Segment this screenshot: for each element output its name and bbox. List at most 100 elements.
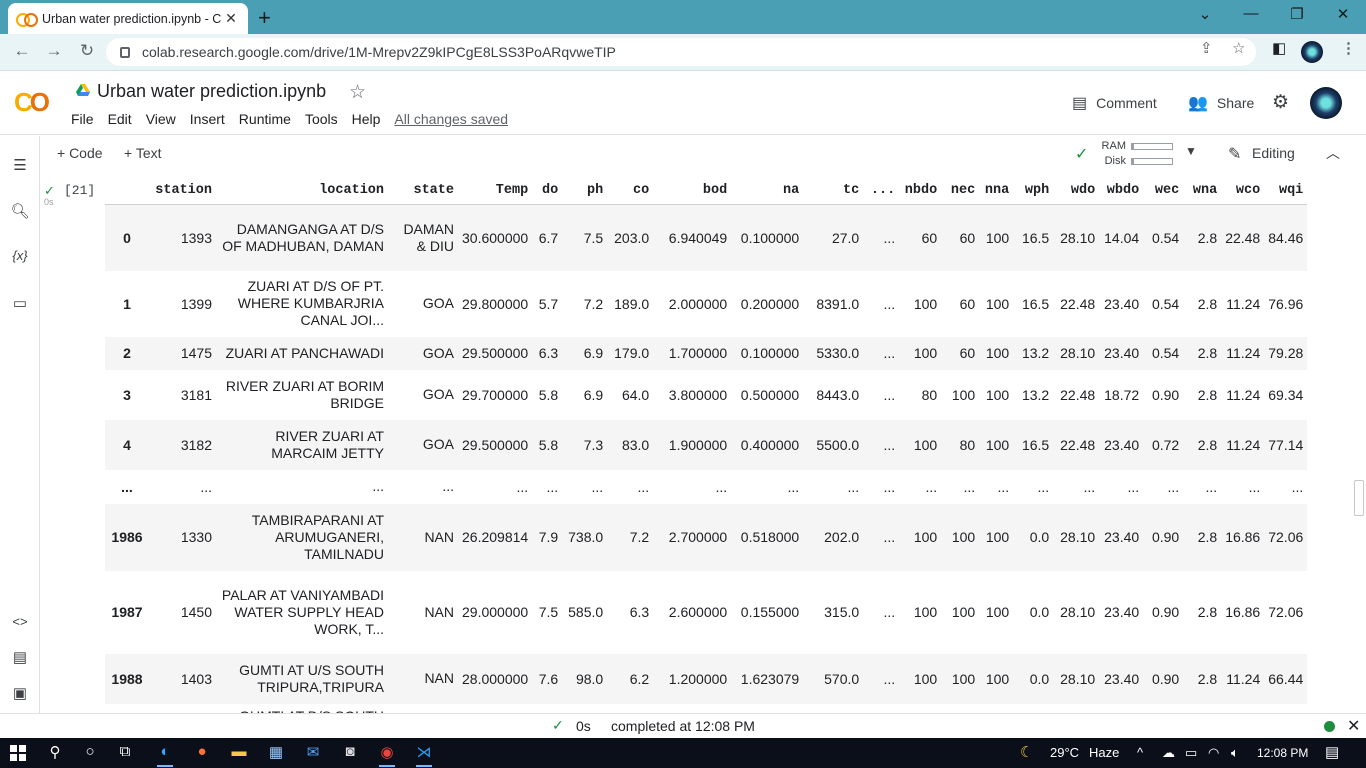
table-cell: 1404: [149, 704, 216, 714]
code-snippets-icon[interactable]: <>: [10, 614, 30, 629]
table-cell: [653, 704, 731, 714]
add-code-button[interactable]: + Code: [57, 145, 103, 161]
table-cell: ...: [1083, 478, 1096, 495]
account-avatar[interactable]: [1310, 87, 1342, 119]
menu-edit[interactable]: Edit: [108, 111, 132, 127]
menu-view[interactable]: View: [146, 111, 176, 127]
collapse-header-chevron-icon[interactable]: ︿: [1326, 143, 1340, 163]
table-cell: 179.0: [607, 336, 654, 370]
table-of-contents-icon[interactable]: ☰: [10, 156, 30, 174]
task-view-icon[interactable]: ⧉: [114, 743, 136, 763]
table-cell: 1.200000: [653, 653, 732, 704]
menu-tools[interactable]: Tools: [305, 111, 338, 127]
table-cell: 23.40: [1104, 295, 1140, 312]
runtime-dropdown-icon[interactable]: ▼: [1185, 144, 1197, 158]
reload-icon[interactable]: ↻: [76, 41, 98, 61]
menu-runtime[interactable]: Runtime: [239, 111, 291, 127]
address-bar[interactable]: colab.research.google.com/drive/1M-Mrepv…: [106, 38, 1256, 66]
table-row: 0 1393 DAMANGANGA AT D/S OF MADHUBAN, DAMA…: [105, 204, 1308, 271]
menu-help[interactable]: Help: [352, 111, 381, 127]
cloud-icon[interactable]: ☁: [1162, 745, 1175, 761]
back-arrow-icon[interactable]: ←: [11, 41, 33, 61]
share-button[interactable]: 👥 Share: [1188, 93, 1254, 113]
volume-icon[interactable]: 🔈︎: [1231, 745, 1239, 761]
table-row: 1987 1450 PALAR AT VANIYAMBADI WATER SUPPL…: [105, 571, 1307, 654]
menu-insert[interactable]: Insert: [190, 111, 225, 127]
new-tab-button[interactable]: +: [258, 5, 271, 31]
taskbar-search-icon[interactable]: ⚲: [44, 743, 66, 763]
store-icon[interactable]: ▦: [265, 743, 287, 763]
files-folder-icon[interactable]: ▭: [10, 294, 30, 312]
column-header: nec: [941, 178, 980, 205]
editing-mode-label[interactable]: Editing: [1252, 145, 1295, 161]
table-cell: [1013, 704, 1053, 714]
side-panel-icon[interactable]: ◧: [1272, 39, 1286, 57]
table-cell: 6.940049: [653, 204, 732, 271]
restore-button[interactable]: ❐: [1287, 5, 1307, 23]
table-cell: 100: [985, 386, 1010, 403]
table-cell: 100: [979, 204, 1014, 271]
table-cell: [1221, 704, 1264, 714]
vscode-icon[interactable]: ⋊: [413, 743, 435, 767]
tab-close-icon[interactable]: ✕: [222, 10, 240, 27]
settings-gear-icon[interactable]: ⚙: [1272, 91, 1289, 114]
browser-menu-icon[interactable]: ⋮: [1341, 39, 1356, 57]
table-cell: ...: [863, 204, 900, 271]
save-status-link[interactable]: All changes saved: [394, 111, 508, 127]
table-cell: 23.40: [1099, 419, 1144, 470]
table-row: 3 3181 RIVER ZUARI AT BORIM BRIDGE GOA 29.70…: [105, 370, 1307, 420]
scrollbar-thumb[interactable]: [1354, 480, 1364, 516]
add-text-button[interactable]: + Text: [124, 145, 162, 161]
forward-arrow-icon[interactable]: →: [43, 41, 65, 61]
table-cell: 66.44: [1264, 653, 1308, 704]
comment-button[interactable]: ▤ Comment: [1072, 93, 1157, 113]
weather-temp[interactable]: 29°C: [1050, 745, 1079, 760]
menu-file[interactable]: File: [71, 111, 94, 127]
notebook-title[interactable]: Urban water prediction.ipynb: [97, 81, 326, 102]
browser-tab[interactable]: Urban water prediction.ipynb - C ✕: [8, 3, 248, 34]
battery-icon[interactable]: ▭: [1185, 745, 1197, 761]
table-cell: 6.9: [562, 336, 608, 370]
colab-logo[interactable]: CO: [14, 87, 50, 118]
row-index: 0: [105, 204, 149, 271]
table-cell: 3.800000: [668, 386, 728, 403]
command-palette-icon[interactable]: ▤: [10, 648, 30, 666]
browser-profile-avatar[interactable]: [1301, 41, 1323, 63]
bookmark-star-icon[interactable]: ☆: [1232, 39, 1245, 57]
table-cell: 22.48: [1060, 386, 1096, 403]
table-cell: 29.700000: [462, 386, 529, 403]
table-cell: 2.8: [1197, 295, 1218, 312]
table-cell: 72.06: [1264, 503, 1308, 571]
close-window-button[interactable]: ✕: [1333, 5, 1353, 23]
edge-browser-icon[interactable]: ◐: [154, 743, 176, 767]
search-icon[interactable]: 🔍︎: [10, 202, 30, 220]
minimize-button[interactable]: —: [1241, 5, 1261, 22]
tab-search-chevron-icon[interactable]: ⌄: [1195, 5, 1215, 23]
table-cell: 0.100000: [731, 204, 804, 271]
location-cell: GUMTI AT D/S SOUTH TRIPURA,TRIPURA: [216, 704, 388, 714]
chrome-icon[interactable]: ◉: [376, 743, 398, 767]
wifi-icon[interactable]: ◠: [1208, 745, 1219, 761]
tray-chevron-icon[interactable]: ^: [1137, 745, 1143, 760]
firefox-icon[interactable]: ●: [191, 743, 213, 763]
windows-start-icon[interactable]: [10, 745, 26, 761]
url-text[interactable]: colab.research.google.com/drive/1M-Mrepv…: [142, 44, 616, 60]
table-cell: 29.500000: [458, 419, 533, 470]
file-explorer-icon[interactable]: ▬: [228, 743, 250, 763]
weather-text[interactable]: Haze: [1089, 745, 1119, 760]
camera-icon[interactable]: ◙: [339, 743, 361, 763]
table-cell: [941, 704, 979, 714]
table-cell: 6.2: [607, 653, 654, 704]
star-icon[interactable]: ☆: [349, 81, 366, 104]
comment-icon: ▤: [1072, 95, 1088, 112]
cortana-icon[interactable]: ○: [79, 743, 101, 763]
mail-icon[interactable]: ✉: [302, 743, 324, 763]
status-close-icon[interactable]: ✕: [1347, 716, 1360, 736]
table-cell: 80: [921, 386, 938, 403]
taskbar-clock[interactable]: 12:08 PM: [1257, 746, 1308, 760]
terminal-icon[interactable]: ▣: [10, 684, 30, 702]
variables-icon[interactable]: {x}: [10, 248, 30, 263]
table-cell: 1.700000: [653, 336, 732, 370]
share-page-icon[interactable]: ⇪: [1200, 39, 1213, 57]
notifications-icon[interactable]: ▤: [1325, 743, 1339, 761]
